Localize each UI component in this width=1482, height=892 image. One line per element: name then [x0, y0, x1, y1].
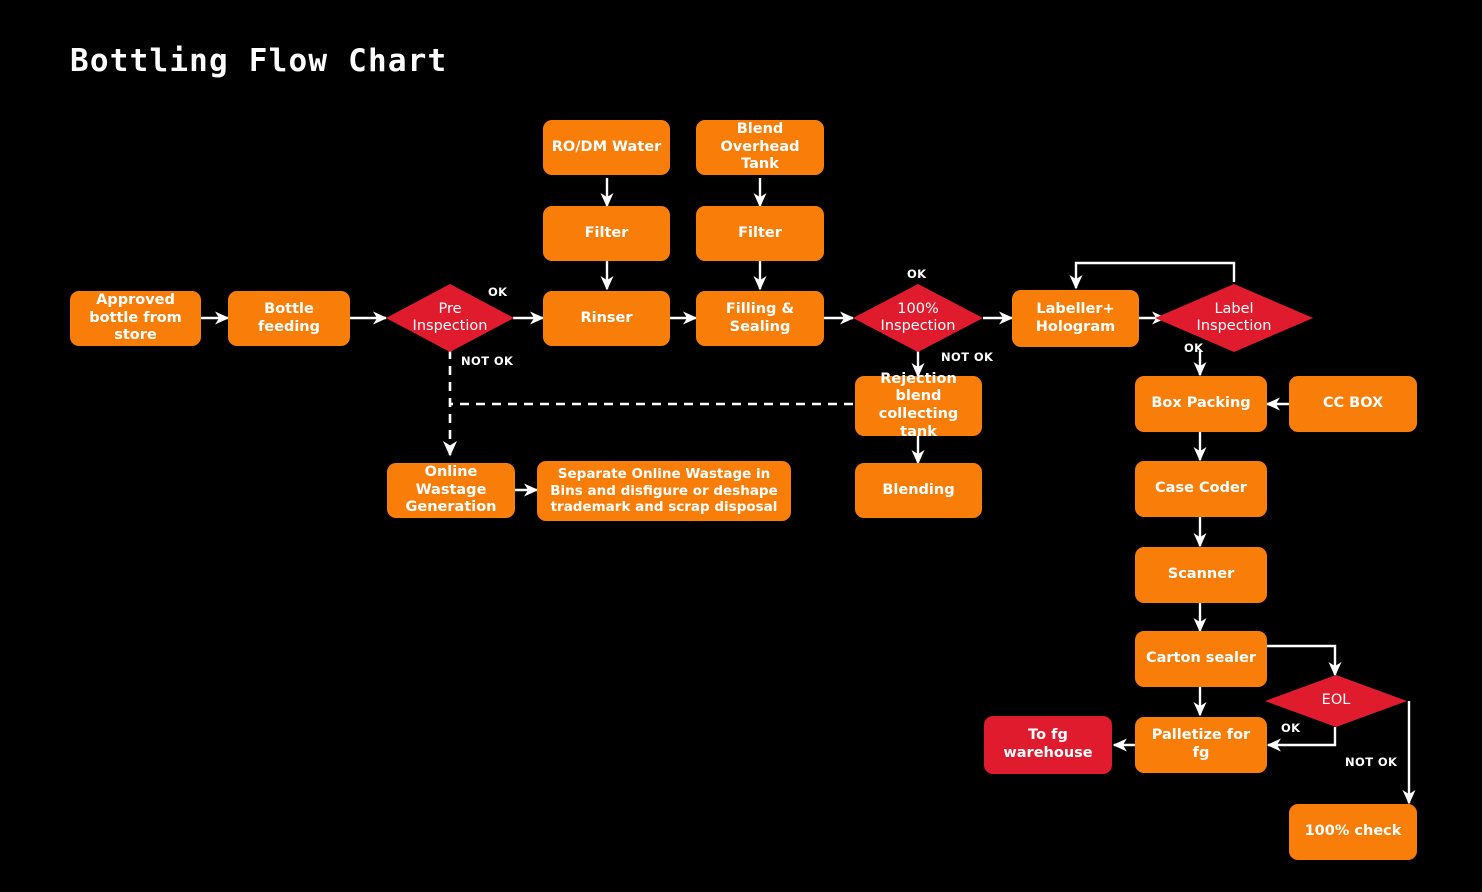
edge-label-pre-inspection-ok: OK — [488, 285, 508, 299]
node-ro-dm-water[interactable]: RO/DM Water — [543, 120, 670, 175]
node-scanner[interactable]: Scanner — [1135, 547, 1267, 603]
node-eol[interactable]: EOL — [1265, 675, 1407, 727]
node-100-check[interactable]: 100% check — [1289, 804, 1417, 860]
edge-eol-ok-to-palletize — [1266, 727, 1337, 752]
node-100-inspection-label: 100% Inspection — [880, 300, 956, 334]
node-rinser[interactable]: Rinser — [543, 291, 670, 346]
edge-label-100-inspection-ok: OK — [907, 267, 927, 281]
node-cc-box[interactable]: CC BOX — [1289, 376, 1417, 432]
node-box-packing[interactable]: Box Packing — [1135, 376, 1267, 432]
node-carton-sealer[interactable]: Carton sealer — [1135, 631, 1267, 687]
edge-label-100-inspection-not-ok: NOT OK — [941, 350, 994, 364]
node-filter-left[interactable]: Filter — [543, 206, 670, 261]
node-labeller-hologram[interactable]: Labeller+ Hologram — [1012, 290, 1139, 347]
node-rejection-blend-tank[interactable]: Rejection blend collecting tank — [855, 371, 982, 440]
node-to-fg-warehouse[interactable]: To fg warehouse — [984, 716, 1112, 774]
node-palletize-for-fg[interactable]: Palletize for fg — [1135, 717, 1267, 773]
edge-cartonsealer-to-eol — [1264, 644, 1342, 677]
node-separate-online-wastage[interactable]: Separate Online Wastage in Bins and disf… — [537, 461, 791, 521]
node-100-inspection[interactable]: 100% Inspection — [853, 284, 983, 352]
edge-label-pre-inspection-not-ok: NOT OK — [461, 354, 514, 368]
node-approved-bottle[interactable]: Approved bottle from store — [70, 291, 201, 346]
node-case-coder[interactable]: Case Coder — [1135, 461, 1267, 517]
node-blending[interactable]: Blending — [855, 463, 982, 518]
edge-label-label-inspection-ok: OK — [1184, 341, 1204, 355]
node-bottle-feeding[interactable]: Bottle feeding — [228, 291, 350, 346]
node-blend-overhead-tank[interactable]: Blend Overhead Tank — [696, 120, 824, 175]
node-online-wastage-generation[interactable]: Online Wastage Generation — [387, 463, 515, 518]
edge-label-eol-ok: OK — [1281, 721, 1301, 735]
edge-label-eol-not-ok: NOT OK — [1345, 755, 1398, 769]
node-filling-sealing[interactable]: Filling & Sealing — [696, 291, 824, 346]
node-eol-label: EOL — [1321, 692, 1351, 709]
node-label-inspection[interactable]: Label Inspection — [1155, 284, 1313, 352]
flowchart-canvas: Bottling Flow Chart Approved bottle from… — [0, 0, 1482, 892]
node-label-inspection-label: Label Inspection — [1196, 300, 1272, 334]
page-title: Bottling Flow Chart — [70, 43, 448, 79]
node-filter-right[interactable]: Filter — [696, 206, 824, 261]
